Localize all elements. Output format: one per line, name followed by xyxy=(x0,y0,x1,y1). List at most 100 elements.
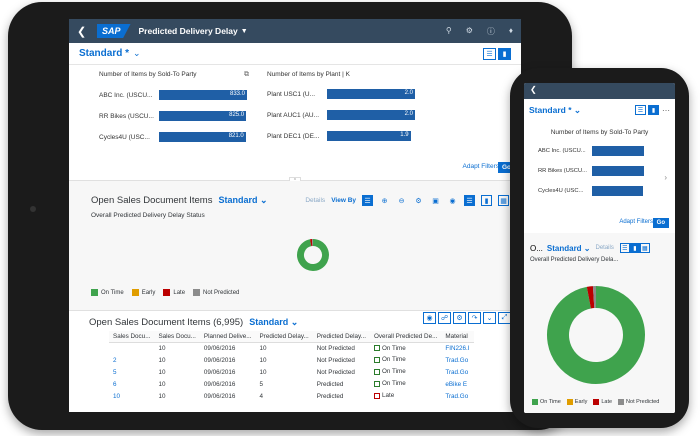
app-title[interactable]: Predicted Delivery Delay xyxy=(139,26,238,36)
legend-item[interactable]: On Time xyxy=(91,289,124,296)
variant-selector[interactable]: Standard * ⌄ xyxy=(79,48,141,59)
column-header[interactable]: Predicted Delay... xyxy=(312,331,370,343)
chart-view-icon[interactable]: ▮ xyxy=(629,243,640,253)
legend-item[interactable]: Not Predicted xyxy=(193,289,239,296)
table-cell[interactable]: Trad.Go xyxy=(441,355,473,367)
details-button[interactable]: Details xyxy=(596,245,614,251)
table-cell[interactable]: 10 xyxy=(109,391,154,403)
bar[interactable]: 821.0 xyxy=(159,132,246,142)
table-cell[interactable]: 6 xyxy=(109,379,154,391)
bar-row[interactable]: ABC Inc. (USCU... xyxy=(538,146,675,156)
back-icon[interactable]: ❮ xyxy=(77,25,91,38)
settings-icon[interactable]: ⚙ xyxy=(466,26,473,37)
table-title: Open Sales Document Items (6,995) xyxy=(89,317,244,328)
adapt-filters-link[interactable]: Adapt Filters xyxy=(619,219,653,225)
table-view-icon[interactable]: ▦ xyxy=(639,243,650,253)
fullscreen-icon[interactable]: ▣ xyxy=(430,195,441,206)
card-plant[interactable]: Number of Items by Plant | K Plant USC1 … xyxy=(267,71,417,141)
expand-icon[interactable]: ⧉ xyxy=(244,71,249,79)
section-variant-selector[interactable]: Standard ⌄ xyxy=(218,195,267,206)
table-cell[interactable]: eBike E xyxy=(441,379,473,391)
chevron-right-icon[interactable]: › xyxy=(664,173,667,182)
legend-item[interactable]: Late xyxy=(163,289,185,296)
bar-row[interactable]: RR Bikes (USCU... 825.0 xyxy=(99,111,249,121)
table-row[interactable]: 2 10 09/06/2016 10 Not Predicted On Time Trad.… xyxy=(109,355,474,367)
legend-item[interactable]: Not Predicted xyxy=(618,399,659,405)
donut-slice-on-time[interactable] xyxy=(547,286,645,384)
bar-row[interactable]: RR Bikes (USCU... xyxy=(538,166,675,176)
donut-slice-late[interactable] xyxy=(586,286,595,309)
export-dropdown-icon[interactable]: ⌄ xyxy=(483,311,496,324)
variant-selector[interactable]: Standard * ⌄ xyxy=(529,105,581,116)
table-cell[interactable]: Trad.Go xyxy=(441,367,473,379)
export-icon[interactable]: ↷ xyxy=(468,311,481,324)
legend-icon[interactable]: ☰ xyxy=(362,195,373,206)
settings-icon[interactable]: ⚙ xyxy=(413,195,424,206)
table-cell[interactable]: 2 xyxy=(109,355,154,367)
go-button[interactable]: Go xyxy=(652,218,669,228)
settings-icon[interactable]: ⚙ xyxy=(453,311,466,324)
help-icon[interactable]: ⓘ xyxy=(487,26,495,37)
bar[interactable]: 833.0 xyxy=(159,90,247,100)
table-row[interactable]: 10 10 09/06/2016 4 Predicted Late Trad.Go xyxy=(109,391,474,403)
bar-row[interactable]: Cycles4U (USC... xyxy=(538,186,675,196)
table-cell[interactable]: FIN226.I xyxy=(441,343,473,355)
bar-row[interactable]: Plant USC1 (U... 2.0 xyxy=(267,89,417,99)
table-row[interactable]: 6 10 09/06/2016 5 Predicted On Time eBike E xyxy=(109,379,474,391)
chevron-down-icon[interactable]: ▼ xyxy=(241,28,248,35)
column-header[interactable]: Predicted Delay... xyxy=(255,331,313,343)
back-icon[interactable]: ❮ xyxy=(530,85,537,94)
bar[interactable]: 2.0 xyxy=(327,110,415,120)
chart-view-icon[interactable]: ▮ xyxy=(498,47,511,60)
notification-bell-icon[interactable]: ♦ xyxy=(509,26,513,37)
card-sold-to[interactable]: Number of Items by Sold-To Party ⧉ ABC In… xyxy=(99,71,249,142)
list-view-icon[interactable]: ☰ xyxy=(464,195,475,206)
list-view-icon[interactable]: ☰ xyxy=(635,105,646,115)
table-row[interactable]: 10 09/06/2016 10 Not Predicted On Time FIN226… xyxy=(109,343,474,355)
bar-row[interactable]: Plant AUC1 (AU... 2.0 xyxy=(267,110,417,120)
bar[interactable]: 2.0 xyxy=(327,89,415,99)
bar-row[interactable]: ABC Inc. (USCU... 833.0 xyxy=(99,90,249,100)
donut-slice-on-time[interactable] xyxy=(297,239,329,271)
zoom-out-icon[interactable]: ⊖ xyxy=(396,195,407,206)
table-cell[interactable]: Trad.Go xyxy=(441,391,473,403)
legend-item[interactable]: Late xyxy=(593,399,612,405)
table-cell: 09/06/2016 xyxy=(203,381,236,388)
bar[interactable] xyxy=(592,186,644,196)
column-header[interactable]: Sales Docu... xyxy=(109,331,155,343)
bar[interactable] xyxy=(592,146,644,156)
bar[interactable]: 825.0 xyxy=(159,111,247,121)
link-icon[interactable]: ☍ xyxy=(438,311,451,324)
search-icon[interactable]: ⚲ xyxy=(446,26,452,37)
column-header[interactable]: Sales Docu... xyxy=(154,331,200,343)
table-cell[interactable] xyxy=(109,343,154,355)
column-header[interactable]: Overall Predicted De... xyxy=(369,331,442,343)
more-icon[interactable]: ⋯ xyxy=(662,106,670,115)
view-by-button[interactable]: View By xyxy=(331,197,356,204)
column-header[interactable]: Material xyxy=(441,331,474,343)
table-variant-selector[interactable]: Standard ⌄ xyxy=(249,317,298,328)
details-button[interactable]: Details xyxy=(305,197,325,204)
table-row[interactable]: 5 10 09/06/2016 10 Not Predicted On Time Trad.… xyxy=(109,367,474,379)
chart-view-icon[interactable]: ▮ xyxy=(648,105,659,115)
show-details-icon[interactable]: ◉ xyxy=(423,311,436,324)
chart-view-icon[interactable]: ▮ xyxy=(481,195,492,206)
table-view-icon[interactable]: ▦ xyxy=(498,195,509,206)
bar[interactable]: 1.9 xyxy=(327,131,411,141)
list-view-icon[interactable]: ☰ xyxy=(619,243,630,253)
sap-logo[interactable]: SAP xyxy=(97,24,131,38)
table-cell[interactable]: 5 xyxy=(109,367,154,379)
adapt-filters-link[interactable]: Adapt Filters xyxy=(463,163,500,170)
bar-label: Plant AUC1 (AU... xyxy=(267,111,320,119)
donut-chart-icon[interactable]: ◉ xyxy=(447,195,458,206)
list-view-icon[interactable]: ☰ xyxy=(483,47,496,60)
legend-item[interactable]: On Time xyxy=(532,399,561,405)
column-header[interactable]: Planned Delive... xyxy=(199,331,256,343)
section-variant-selector[interactable]: Standard ⌄ xyxy=(547,244,591,253)
bar-row[interactable]: Plant DEC1 (DE... 1.9 xyxy=(267,131,417,141)
legend-item[interactable]: Early xyxy=(131,289,155,296)
bar[interactable] xyxy=(592,166,644,176)
legend-item[interactable]: Early xyxy=(566,399,587,405)
bar-row[interactable]: Cycles4U (USC... 821.0 xyxy=(99,132,249,142)
zoom-in-icon[interactable]: ⊕ xyxy=(379,195,390,206)
